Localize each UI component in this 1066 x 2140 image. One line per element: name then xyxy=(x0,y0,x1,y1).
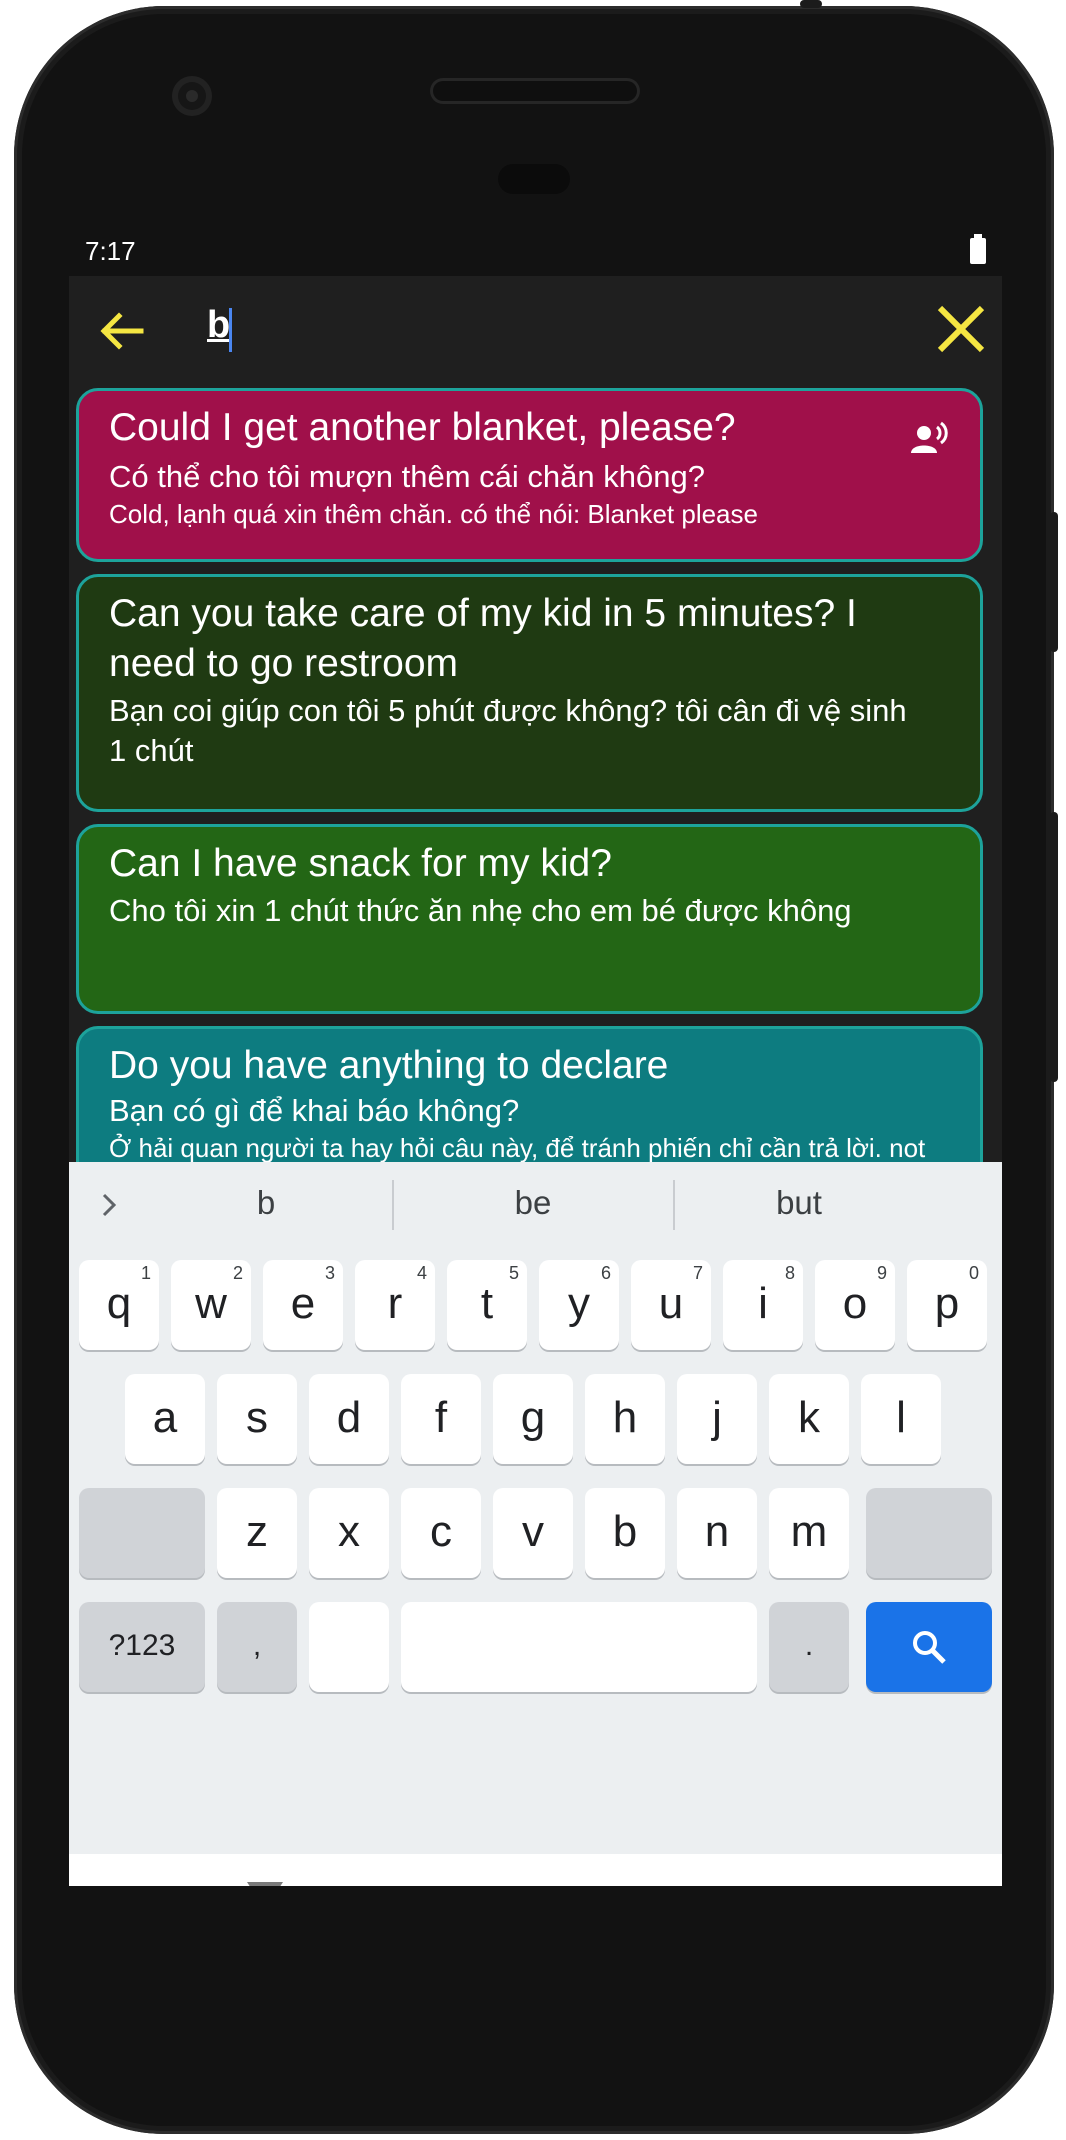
text-caret xyxy=(229,308,232,352)
key-h[interactable]: h xyxy=(585,1374,665,1464)
key-hint: 5 xyxy=(508,1263,519,1283)
phrase-card[interactable]: Can I have snack for my kid? Cho tôi xin… xyxy=(76,824,983,1014)
search-app-bar: b xyxy=(69,276,1002,382)
search-icon xyxy=(913,1631,946,1664)
suggestion-divider xyxy=(673,1180,675,1230)
phrase-card[interactable]: Could I get another blanket, please? Có … xyxy=(76,388,983,562)
phrase-english: Can I have snack for my kid? xyxy=(109,842,612,885)
comma-key[interactable]: , xyxy=(217,1602,297,1692)
key-hint: 7 xyxy=(692,1263,703,1283)
key-q[interactable]: q1 xyxy=(79,1260,159,1350)
suggestion-strip: b be but xyxy=(69,1162,1002,1250)
status-bar: 7:17 xyxy=(69,226,1002,276)
phrase-english: Do you have anything to declare xyxy=(109,1044,669,1087)
key-label: u xyxy=(658,1279,684,1328)
power-button xyxy=(1050,512,1058,652)
phrase-note: Cold, lạnh quá xin thêm chăn. có thể nói… xyxy=(109,499,758,529)
volume-button xyxy=(1050,812,1058,1082)
key-hint: 9 xyxy=(876,1263,887,1283)
key-s[interactable]: s xyxy=(217,1374,297,1464)
key-c[interactable]: c xyxy=(401,1488,481,1578)
key-r[interactable]: r4 xyxy=(355,1260,435,1350)
key-y[interactable]: y6 xyxy=(539,1260,619,1350)
key-v[interactable]: v xyxy=(493,1488,573,1578)
suggestion-item[interactable]: but xyxy=(739,1184,859,1222)
key-o[interactable]: o9 xyxy=(815,1260,895,1350)
phrase-vietnamese: Bạn coi giúp con tôi 5 phút được không? … xyxy=(109,693,907,768)
key-g[interactable]: g xyxy=(493,1374,573,1464)
key-f[interactable]: f xyxy=(401,1374,481,1464)
key-label: y xyxy=(568,1279,590,1328)
key-d[interactable]: d xyxy=(309,1374,389,1464)
nav-back-icon[interactable] xyxy=(247,1882,283,1886)
key-a[interactable]: a xyxy=(125,1374,205,1464)
speaker-grille xyxy=(430,78,640,104)
key-label: p xyxy=(934,1279,960,1328)
key-z[interactable]: z xyxy=(217,1488,297,1578)
suggestion-item[interactable]: be xyxy=(473,1184,593,1222)
period-key[interactable]: . xyxy=(769,1602,849,1692)
phrase-vietnamese: Có thể cho tôi mượn thêm cái chăn không? xyxy=(109,459,705,494)
shift-key[interactable] xyxy=(79,1488,205,1578)
key-w[interactable]: w2 xyxy=(171,1260,251,1350)
speaker-person-icon[interactable] xyxy=(910,419,950,459)
key-i[interactable]: i8 xyxy=(723,1260,803,1350)
key-k[interactable]: k xyxy=(769,1374,849,1464)
phrase-vietnamese: Bạn có gì để khai báo không? xyxy=(109,1093,520,1128)
phrase-english: Could I get another blanket, please? xyxy=(109,406,736,449)
key-hint: 6 xyxy=(600,1263,611,1283)
search-key[interactable] xyxy=(866,1602,992,1692)
phrase-english: Can you take care of my kid in 5 minutes… xyxy=(109,592,857,685)
phrase-vietnamese: Cho tôi xin 1 chút thức ăn nhẹ cho em bé… xyxy=(109,893,852,928)
key-j[interactable]: j xyxy=(677,1374,757,1464)
key-e[interactable]: e3 xyxy=(263,1260,343,1350)
key-b[interactable]: b xyxy=(585,1488,665,1578)
key-hint: 8 xyxy=(784,1263,795,1283)
key-p[interactable]: p0 xyxy=(907,1260,987,1350)
key-label: t xyxy=(480,1279,494,1328)
key-label: r xyxy=(387,1279,403,1328)
key-m[interactable]: m xyxy=(769,1488,849,1578)
chevron-right-icon[interactable] xyxy=(99,1190,119,1220)
battery-icon xyxy=(970,234,986,264)
key-t[interactable]: t5 xyxy=(447,1260,527,1350)
navigation-bar xyxy=(69,1854,1002,1886)
key-label: q xyxy=(106,1279,132,1328)
search-input[interactable]: b xyxy=(207,304,230,347)
top-button xyxy=(800,0,822,8)
key-hint: 1 xyxy=(140,1263,151,1283)
screen: 7:17 b Could I get another blanket, plea… xyxy=(69,226,1002,1886)
back-arrow-icon[interactable] xyxy=(97,306,147,356)
key-u[interactable]: u7 xyxy=(631,1260,711,1350)
key-hint: 2 xyxy=(232,1263,243,1283)
key-hint: 4 xyxy=(416,1263,427,1283)
key-x[interactable]: x xyxy=(309,1488,389,1578)
key-l[interactable]: l xyxy=(861,1374,941,1464)
key-label: e xyxy=(290,1279,316,1328)
phrase-card[interactable]: Can you take care of my kid in 5 minutes… xyxy=(76,574,983,812)
emoji-key[interactable] xyxy=(309,1602,389,1692)
earpiece xyxy=(498,164,570,194)
key-n[interactable]: n xyxy=(677,1488,757,1578)
key-label: o xyxy=(842,1279,868,1328)
key-label: i xyxy=(758,1279,768,1328)
space-key[interactable] xyxy=(401,1602,757,1692)
front-camera xyxy=(172,76,212,116)
key-hint: 3 xyxy=(324,1263,335,1283)
close-icon[interactable] xyxy=(934,302,988,356)
key-label: w xyxy=(195,1279,227,1328)
suggestion-divider xyxy=(392,1180,394,1230)
status-time: 7:17 xyxy=(85,236,136,266)
on-screen-keyboard: b be but q1 w2 e3 r4 t5 y6 u7 i8 o9 p0 a… xyxy=(69,1162,1002,1886)
symbols-key[interactable]: ?123 xyxy=(79,1602,205,1692)
backspace-key[interactable] xyxy=(866,1488,992,1578)
key-hint: 0 xyxy=(968,1263,979,1283)
suggestion-item[interactable]: b xyxy=(206,1184,326,1222)
